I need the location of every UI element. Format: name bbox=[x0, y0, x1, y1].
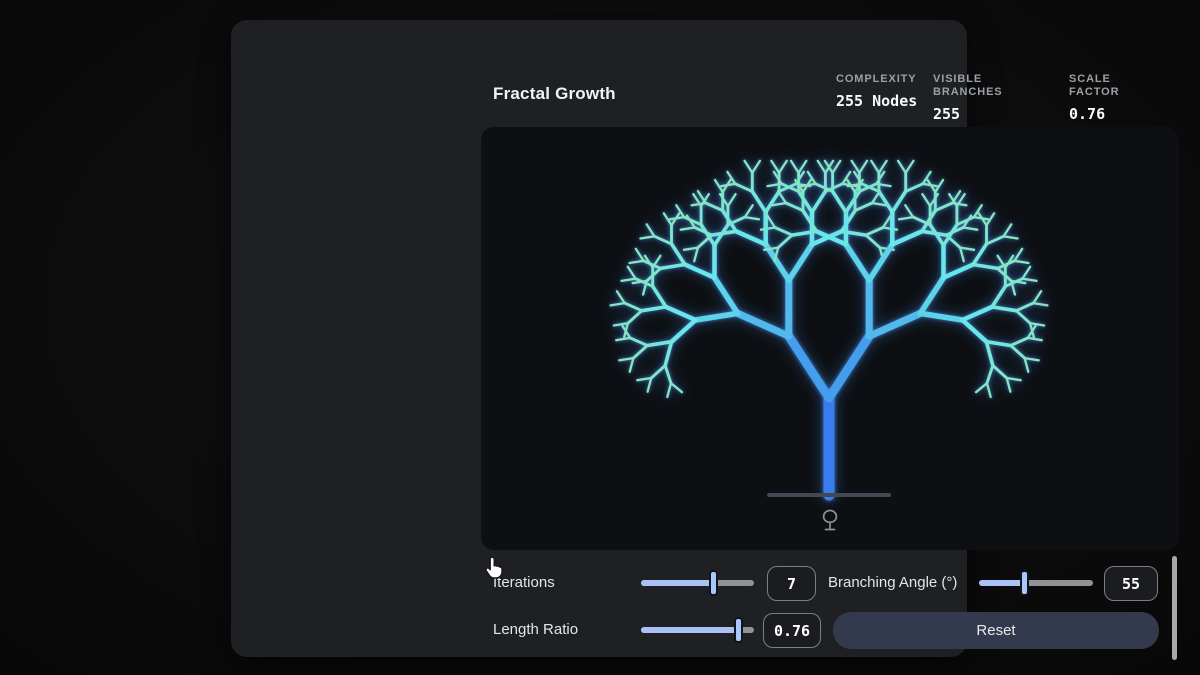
branching-angle-slider[interactable] bbox=[979, 570, 1093, 596]
length-ratio-slider[interactable] bbox=[641, 617, 754, 643]
iterations-label: Iterations bbox=[493, 574, 555, 592]
length-ratio-value-box[interactable]: 0.76 bbox=[763, 613, 821, 648]
page-title: Fractal Growth bbox=[493, 83, 616, 105]
reset-button[interactable]: Reset bbox=[833, 612, 1159, 649]
stat-visible-branches-value: 255 bbox=[933, 105, 1003, 123]
stat-scale-factor: SCALE FACTOR 0.76 bbox=[1069, 73, 1119, 123]
branching-angle-label: Branching Angle (°) bbox=[828, 574, 957, 592]
stat-complexity: COMPLEXITY 255 Nodes bbox=[836, 73, 917, 110]
stat-complexity-label: COMPLEXITY bbox=[836, 73, 917, 86]
controls-scrollbar[interactable] bbox=[1172, 556, 1177, 660]
iterations-slider-thumb[interactable] bbox=[709, 570, 718, 596]
stat-scale-factor-value: 0.76 bbox=[1069, 105, 1119, 123]
iterations-value-box[interactable]: 7 bbox=[767, 566, 816, 601]
stat-visible-branches-label: VISIBLE BRANCHES bbox=[933, 73, 1003, 99]
iterations-slider[interactable] bbox=[641, 570, 754, 596]
stat-visible-branches: VISIBLE BRANCHES 255 bbox=[933, 73, 1003, 123]
ground-line bbox=[767, 493, 891, 497]
branching-angle-slider-thumb[interactable] bbox=[1020, 570, 1029, 596]
fractal-growth-panel: Fractal Growth COMPLEXITY 255 Nodes VISI… bbox=[231, 20, 967, 657]
length-ratio-slider-fill bbox=[641, 627, 739, 633]
length-ratio-label: Length Ratio bbox=[493, 621, 578, 639]
length-ratio-slider-thumb[interactable] bbox=[734, 617, 743, 643]
stat-scale-factor-label: SCALE FACTOR bbox=[1069, 73, 1119, 99]
iterations-slider-fill bbox=[641, 580, 714, 586]
tree-icon bbox=[818, 507, 842, 537]
branching-angle-value-box[interactable]: 55 bbox=[1104, 566, 1158, 601]
stat-complexity-value: 255 Nodes bbox=[836, 92, 917, 110]
page-background: Fractal Growth COMPLEXITY 255 Nodes VISI… bbox=[0, 0, 1200, 675]
branching-angle-slider-fill bbox=[979, 580, 1025, 586]
fractal-tree bbox=[481, 127, 1179, 550]
fractal-canvas bbox=[481, 127, 1179, 550]
